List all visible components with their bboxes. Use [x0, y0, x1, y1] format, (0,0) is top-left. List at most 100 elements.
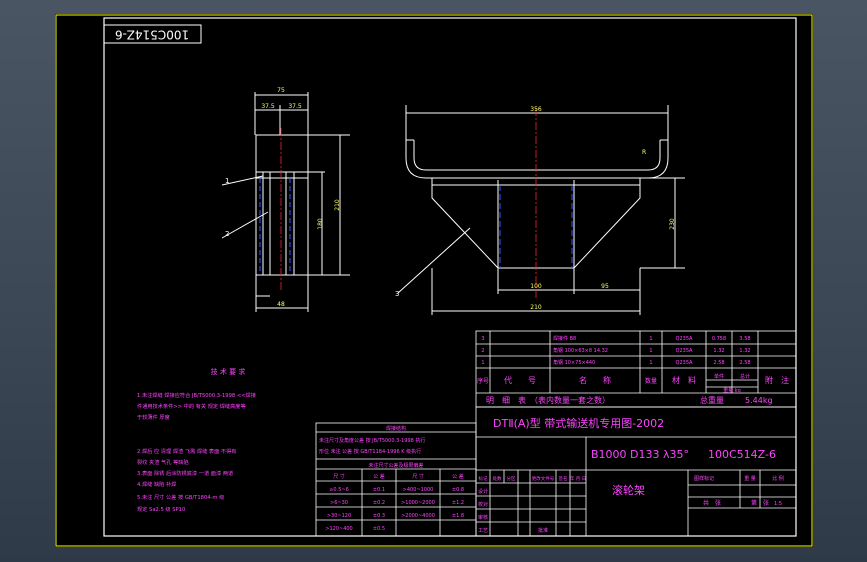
part-name: 滚轮架: [612, 483, 645, 497]
tol-cell: ±0.1: [373, 487, 385, 493]
bom-cell: Q235A: [676, 336, 693, 342]
svg-text:100C514Z-6: 100C514Z-6: [115, 28, 189, 42]
sheet-of-label: 第 张: [751, 499, 769, 507]
dim-front-5: R: [642, 149, 646, 156]
tol-cell: ±0.2: [373, 500, 385, 506]
tol-cell: >6~30: [330, 500, 348, 506]
series-title: DTⅡ(A)型 带式输送机专用图-2002: [493, 416, 664, 430]
role-label: 审核: [478, 514, 488, 521]
tol-cell: >2000~4000: [401, 513, 435, 519]
dim-side-3: 180: [317, 218, 324, 230]
bom-header-code: 代 号: [504, 375, 536, 385]
tol-header: 公 差: [452, 473, 464, 480]
bom-header-weight: 重量 kg: [723, 387, 741, 394]
bom-header-name: 名 称: [579, 375, 611, 385]
dim-side-0: 75: [277, 87, 285, 94]
tech-req-line: 5.未注 尺寸 公差 按 GB/T1804-m 级: [137, 493, 224, 501]
rotated-drawing-number: 100C514Z-6: [103, 24, 202, 44]
tech-req-line: 4.焊缝 缺陷 补焊: [137, 480, 176, 488]
bom-cell: 1: [481, 360, 484, 366]
tech-req-line: 件通用技术条件>> 中的 有关 规定 焊缝高度等: [137, 402, 246, 410]
tol-subtitle: 未注尺寸公差及极限偏差: [368, 462, 423, 469]
tol-header: 尺 寸: [412, 473, 424, 480]
bom-cell: 1: [649, 348, 652, 354]
tol-cell: ±1.2: [452, 500, 464, 506]
cad-viewport[interactable]: 100C514Z-6 75 37.5 37.5 180 210 48 1 2 3…: [0, 0, 867, 562]
dim-front-1: 210: [530, 304, 542, 311]
rev-header: 年 月 日: [570, 475, 586, 482]
tol-cell: >120~400: [325, 526, 352, 532]
role-label: 设计: [478, 488, 488, 495]
bom-cell: Q235A: [676, 360, 693, 366]
dim-front-0: 356: [530, 106, 542, 113]
tol-cell: ±0.5: [373, 526, 385, 532]
tol-title: 焊接结构: [386, 425, 406, 432]
bom-header-material: 材 料: [672, 375, 696, 385]
rev-header: 分区: [507, 475, 516, 482]
tech-req-line: 2.焊后 应 清理 焊渣 飞溅 焊缝 表面 不得有: [137, 447, 237, 455]
dim-side-1: 37.5: [261, 103, 275, 110]
bom-cell: 2: [481, 348, 484, 354]
tech-req-line: 规定 Sa2.5 级 SP10: [137, 505, 185, 513]
tech-req-title: 技 术 要 求: [211, 367, 246, 376]
balloon-3: 3: [395, 290, 399, 298]
bom-header-remark: 附 注: [765, 375, 789, 385]
bom-cell: Q235A: [676, 348, 693, 354]
bom-cell: 2.58: [713, 360, 724, 366]
bom-detail-line: 明 细 表 （表内数量一套之数）: [486, 395, 610, 405]
balloon-1: 1: [225, 177, 229, 185]
bom-cell: 1: [649, 360, 652, 366]
dim-front-3: 95: [601, 283, 609, 290]
bom-cell: 3: [481, 336, 484, 342]
dim-side-4: 210: [334, 199, 341, 211]
tol-header: 尺 寸: [333, 473, 345, 480]
sheet-label: 共 张: [703, 499, 721, 507]
bom-cell: 角钢 10×75×440: [553, 359, 595, 366]
weight-label: 重 量: [744, 475, 756, 482]
bom-header-unit: 单件: [714, 373, 724, 380]
role-label: 校对: [478, 501, 488, 508]
bom-cell: 1.32: [713, 348, 724, 354]
bom-cell: 角钢 100×63×8 14.32: [553, 347, 608, 354]
drawing-code-label: 100C514Z-6: [708, 448, 776, 461]
tech-req-line: 1.未注焊缝 焊接应符合 JB/T5000.3-1998 <<焊接: [137, 391, 256, 399]
dim-side-2: 37.5: [288, 103, 302, 110]
bom-cell: 2.58: [739, 360, 750, 366]
tol-cell: ±1.8: [452, 513, 464, 519]
tol-cell: ±0.3: [373, 513, 385, 519]
tech-req-line: 裂纹 夹渣 气孔 等缺陷: [137, 458, 189, 466]
tol-cell: >1000~2000: [401, 500, 435, 506]
tol-line: 形位 未注 公差 按 GB/T1184-1996 K 级执行: [319, 448, 421, 455]
scale-label: 比 例: [772, 475, 784, 482]
bom-cell: 焊接件 B8: [553, 335, 576, 342]
rev-header: 标记: [479, 475, 488, 482]
tech-req-line: 于较薄件 厚度: [137, 413, 170, 421]
tol-cell: >400~1000: [403, 487, 434, 493]
sheet-background: [55, 14, 813, 547]
bom-cell: 3.58: [739, 336, 750, 342]
tol-header: 公 差: [373, 473, 385, 480]
role-label: 工艺: [478, 528, 488, 534]
balloon-2: 2: [225, 230, 229, 238]
tol-cell: ≥0.5~6: [329, 487, 349, 493]
dim-front-2: 100: [530, 283, 542, 290]
bom-header-total: 总计: [740, 373, 750, 380]
scale-value: 1:5: [774, 501, 782, 507]
model-label: B1000 D133 λ35°: [591, 448, 689, 461]
role-label: 批准: [538, 527, 548, 534]
bom-total-label: 总重量: [700, 395, 724, 405]
tol-line: 未注尺寸及角度公差 按 JB/T5000.3-1998 执行: [319, 437, 425, 444]
bom-header-qty: 数量: [645, 377, 657, 385]
stage-label: 图样标记: [694, 475, 714, 482]
tech-req-line: 3.表面 除锈 后涂防锈底漆 一道 面漆 两道: [137, 469, 233, 477]
dim-side-5: 48: [277, 301, 285, 308]
tol-cell: ±0.8: [452, 487, 464, 493]
bom-cell: 1.32: [739, 348, 750, 354]
rev-header: 签名: [559, 475, 568, 482]
tol-cell: >30~120: [327, 513, 351, 519]
bom-header-no: 序号: [477, 377, 489, 385]
rev-header: 处数: [493, 475, 502, 482]
bom-total-value: 5.44kg: [745, 396, 773, 405]
drawing-sheet[interactable]: 100C514Z-6 75 37.5 37.5 180 210 48 1 2 3…: [0, 0, 867, 562]
rev-header: 更改文件号: [532, 475, 555, 482]
